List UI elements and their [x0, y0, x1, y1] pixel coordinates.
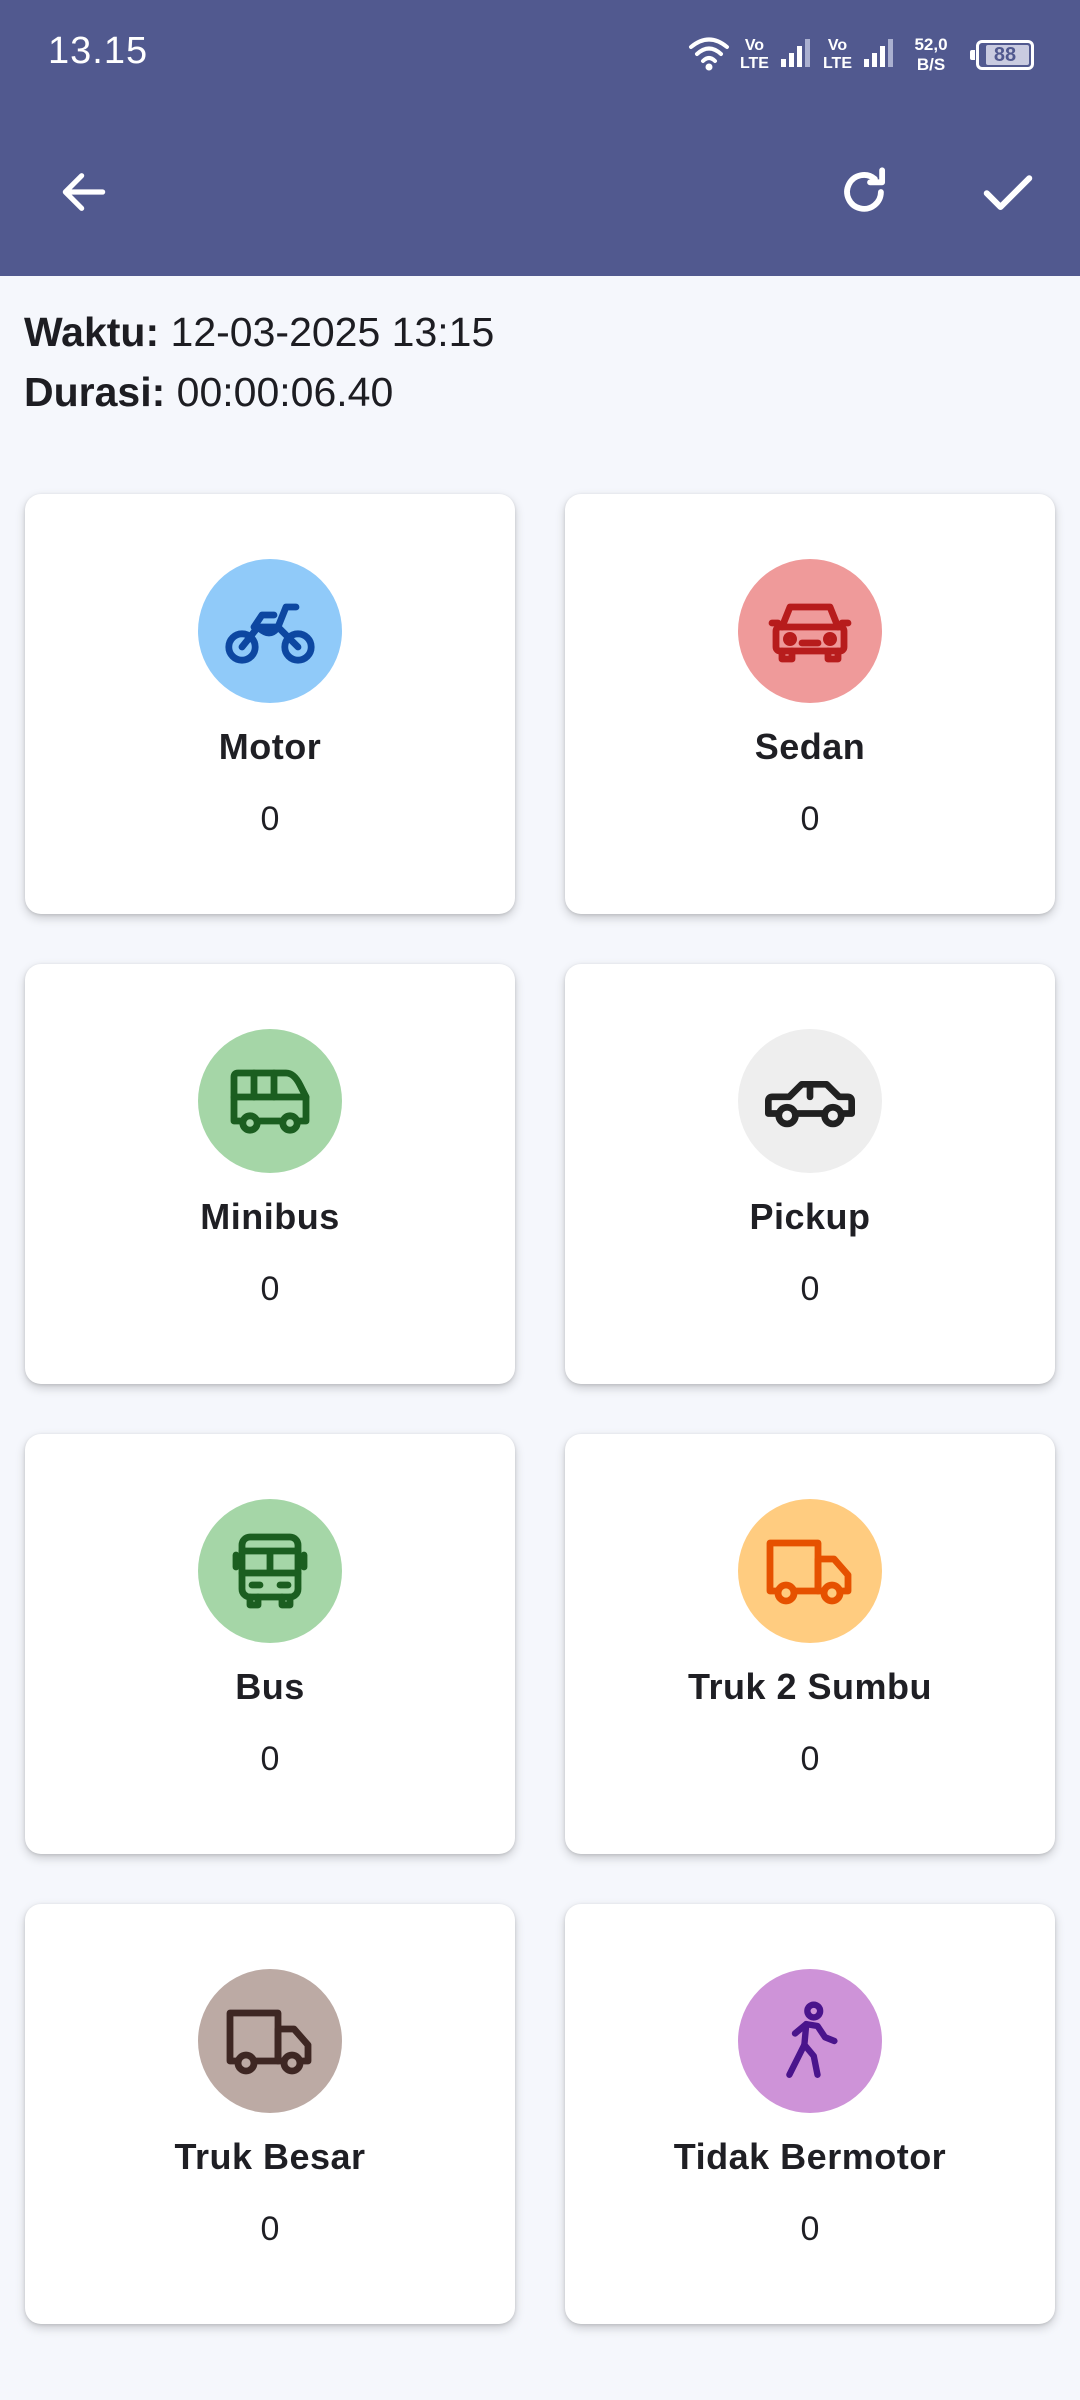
sedan-car-icon: [768, 603, 852, 663]
vehicle-card-truk-2-sumbu[interactable]: Truk 2 Sumbu 0: [565, 1434, 1055, 1854]
vehicle-label: Motor: [218, 726, 322, 767]
bus-icon-circle: [198, 1499, 342, 1643]
vehicle-label: Bus: [235, 1666, 305, 1707]
minibus-icon-circle: [198, 1029, 342, 1173]
refresh-icon: [844, 167, 886, 212]
volte-1: Vo LTE: [739, 37, 769, 72]
duration-row: Durasi: 00:00:06.40: [24, 362, 494, 422]
pickup-car-icon: [765, 1081, 855, 1128]
truck-icon: [766, 1539, 852, 1605]
vehicle-count: 0: [260, 1740, 280, 1778]
vehicle-count: 0: [800, 1270, 820, 1308]
status-icons: Vo LTE Vo LTE 52,0 B/S 88: [688, 30, 1034, 80]
sedan-icon-circle: [738, 559, 882, 703]
vehicle-label: Minibus: [200, 1196, 340, 1237]
truck-2-axle-icon-circle: [738, 1499, 882, 1643]
time-value: 12-03-2025 13:15: [170, 309, 495, 355]
bus-icon: [232, 1533, 308, 1609]
pedestrian-icon: [786, 2001, 838, 2078]
signal-icon-2: [862, 37, 896, 74]
vehicle-count: 0: [800, 800, 820, 838]
vehicle-label: Pickup: [749, 1196, 871, 1237]
vehicle-card-bus[interactable]: Bus 0: [25, 1434, 515, 1854]
status-time: 13.15: [48, 30, 149, 72]
vehicle-card-minibus[interactable]: Minibus 0: [25, 964, 515, 1384]
session-info: Waktu: 12-03-2025 13:15 Durasi: 00:00:06…: [24, 302, 494, 422]
vehicle-count: 0: [800, 1740, 820, 1778]
pickup-icon-circle: [738, 1029, 882, 1173]
back-button[interactable]: [42, 150, 126, 234]
vehicle-label: Sedan: [754, 726, 866, 767]
vehicle-grid: Motor 0 Sedan 0 Minibus 0 Pickup 0 Bus 0…: [25, 494, 1055, 2324]
vehicle-label: Truk 2 Sumbu: [687, 1666, 933, 1707]
vehicle-count: 0: [260, 1270, 280, 1308]
app-bar: 13.15 Vo LTE Vo LTE 52,0 B/S 88: [0, 0, 1080, 276]
refresh-button[interactable]: [822, 150, 906, 234]
motorcycle-icon-circle: [198, 559, 342, 703]
signal-icon-1: [779, 37, 813, 74]
vehicle-count: 0: [260, 800, 280, 838]
vehicle-count: 0: [800, 2210, 820, 2248]
truck-large-icon-circle: [198, 1969, 342, 2113]
battery-level: 88: [993, 44, 1017, 66]
minibus-icon: [230, 1069, 310, 1134]
duration-label: Durasi:: [24, 369, 166, 415]
vehicle-label: Truk Besar: [174, 2136, 366, 2177]
vehicle-count: 0: [260, 2210, 280, 2248]
duration-value: 00:00:06.40: [176, 369, 394, 415]
vehicle-card-motor[interactable]: Motor 0: [25, 494, 515, 914]
vehicle-card-sedan[interactable]: Sedan 0: [565, 494, 1055, 914]
motorcycle-icon: [225, 603, 315, 664]
vehicle-label: Tidak Bermotor: [673, 2136, 947, 2177]
check-icon: [983, 175, 1033, 210]
battery-icon: 88: [970, 40, 1034, 70]
vehicle-card-tidak-bermotor[interactable]: Tidak Bermotor 0: [565, 1904, 1055, 2324]
pedestrian-icon-circle: [738, 1969, 882, 2113]
volte-2: Vo LTE: [822, 37, 852, 72]
time-label: Waktu:: [24, 309, 160, 355]
arrow-left-icon: [62, 173, 106, 211]
time-row: Waktu: 12-03-2025 13:15: [24, 302, 494, 362]
vehicle-card-pickup[interactable]: Pickup 0: [565, 964, 1055, 1384]
status-bar: 13.15 Vo LTE Vo LTE 52,0 B/S 88: [0, 0, 1080, 108]
wifi-icon: [688, 35, 730, 76]
net-speed: 52,0 B/S: [914, 35, 948, 74]
confirm-button[interactable]: [966, 150, 1050, 234]
truck-icon: [226, 2009, 312, 2075]
vehicle-card-truk-besar[interactable]: Truk Besar 0: [25, 1904, 515, 2324]
